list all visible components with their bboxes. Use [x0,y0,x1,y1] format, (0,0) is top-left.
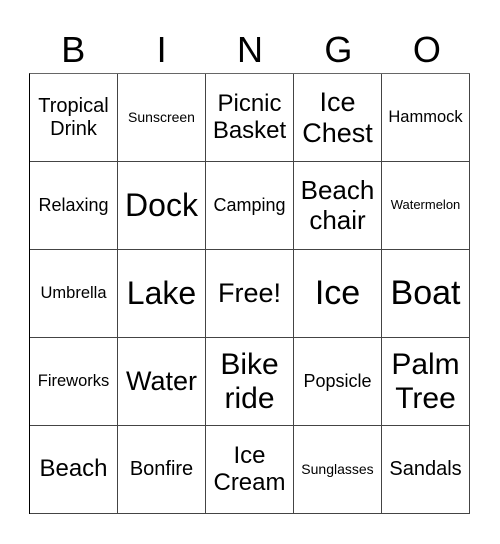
bingo-cell[interactable]: Lake [118,250,206,338]
free-space[interactable]: Free! [206,250,294,338]
bingo-cell[interactable]: Water [118,338,206,426]
bingo-cell[interactable]: Tropical Drink [30,74,118,162]
header-letter-b: B [61,29,86,70]
bingo-cell[interactable]: Fireworks [30,338,118,426]
bingo-cell[interactable]: Sunscreen [118,74,206,162]
bingo-card: Tropical Drink Sunscreen Picnic Basket I… [29,73,470,514]
bingo-cell[interactable]: Dock [118,162,206,250]
bingo-cell[interactable]: Watermelon [382,162,470,250]
bingo-cell[interactable]: Palm Tree [382,338,470,426]
bingo-cell[interactable]: Popsicle [294,338,382,426]
bingo-cell[interactable]: Ice Chest [294,74,382,162]
header-letter-g: G [324,29,353,70]
bingo-cell[interactable]: Boat [382,250,470,338]
bingo-cell[interactable]: Picnic Basket [206,74,294,162]
bingo-cell[interactable]: Hammock [382,74,470,162]
bingo-cell[interactable]: Ice Cream [206,426,294,514]
bingo-cell[interactable]: Bonfire [118,426,206,514]
bingo-cell[interactable]: Bike ride [206,338,294,426]
bingo-cell[interactable]: Beach [30,426,118,514]
bingo-cell[interactable]: Sunglasses [294,426,382,514]
header-letter-n: N [237,29,264,70]
header-letter-i: I [156,29,167,70]
bingo-cell[interactable]: Sandals [382,426,470,514]
bingo-cell[interactable]: Beach chair [294,162,382,250]
bingo-cell[interactable]: Camping [206,162,294,250]
bingo-cell[interactable]: Umbrella [30,250,118,338]
bingo-header: B I N G O [29,30,471,70]
header-letter-o: O [412,29,441,70]
bingo-cell[interactable]: Ice [294,250,382,338]
bingo-cell[interactable]: Relaxing [30,162,118,250]
